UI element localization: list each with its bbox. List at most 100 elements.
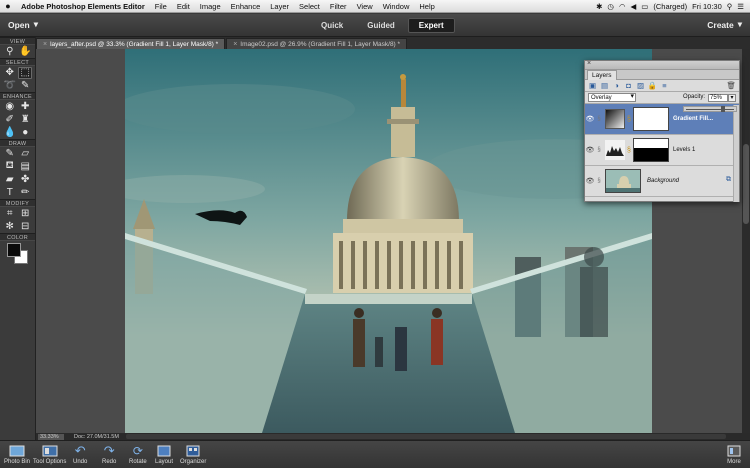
link-icon[interactable]: § [595, 147, 603, 153]
chain-icon[interactable]: § [625, 147, 633, 154]
tool-options-label: Tool Options [33, 459, 67, 465]
zoom-readout[interactable]: 33.33% [38, 433, 64, 440]
gradient-tool-icon[interactable]: ▤ [18, 161, 32, 173]
mode-quick[interactable]: Quick [310, 18, 354, 33]
scrollbar-thumb[interactable] [743, 144, 749, 224]
red-eye-tool-icon[interactable]: ◉ [3, 101, 17, 113]
undo-button[interactable]: ↶ Undo [73, 443, 87, 465]
panel-scrollbar[interactable] [733, 105, 739, 202]
panel-header[interactable]: × [585, 60, 739, 70]
move-tool-icon[interactable]: ✥ [3, 67, 17, 79]
horizontal-scrollbar[interactable] [126, 434, 726, 439]
menu-enhance[interactable]: Enhance [226, 2, 266, 11]
foreground-color-swatch[interactable] [7, 243, 21, 257]
lock-layer-icon[interactable]: ⧉ [726, 176, 731, 184]
apple-menu-icon[interactable]: ● [0, 1, 16, 11]
type-tool-icon[interactable]: T [3, 187, 17, 199]
bluetooth-icon[interactable]: ✱ [596, 2, 602, 11]
zoom-tool-icon[interactable]: ⚲ [3, 46, 17, 58]
lasso-tool-icon[interactable]: ➰ [3, 80, 17, 92]
quick-selection-tool-icon[interactable]: ✎ [18, 80, 32, 92]
shape-tool-icon[interactable]: ▰ [3, 174, 17, 186]
brush-tool-icon[interactable]: ✎ [3, 148, 17, 160]
volume-icon[interactable]: ◀ [631, 2, 637, 11]
spot-healing-tool-icon[interactable]: ✚ [18, 101, 32, 113]
menu-edit[interactable]: Edit [172, 2, 195, 11]
close-icon[interactable]: × [233, 41, 237, 48]
vertical-scrollbar[interactable] [742, 49, 750, 433]
menu-layer[interactable]: Layer [265, 2, 294, 11]
layout-button[interactable]: Layout [155, 443, 173, 465]
blend-mode-select[interactable]: Overlay [588, 93, 636, 102]
doc-size[interactable]: Doc: 27.0M/31.5M [74, 434, 119, 440]
time-machine-icon[interactable]: ◷ [607, 2, 614, 11]
content-aware-move-icon[interactable]: ✻ [3, 221, 17, 233]
section-view: VIEW [0, 37, 35, 45]
menu-icon[interactable]: ≡ [660, 81, 669, 90]
add-mask-icon[interactable]: ◘ [624, 81, 633, 90]
new-group-icon[interactable]: ▤ [600, 81, 609, 90]
eye-icon[interactable]: 👁 [585, 146, 595, 154]
eye-icon[interactable]: 👁 [585, 115, 595, 123]
layer-mask-thumbnail[interactable] [633, 138, 669, 162]
mode-guided[interactable]: Guided [356, 18, 406, 33]
custom-shape-tool-icon[interactable]: ✤ [18, 174, 32, 186]
document-image[interactable] [125, 49, 652, 433]
tab-layers[interactable]: Layers [587, 70, 617, 80]
clock[interactable]: Fri 10:30 [692, 2, 722, 11]
lock-icon[interactable]: 🔒 [648, 81, 657, 90]
layer-row-levels[interactable]: 👁 § § Levels 1 [585, 135, 739, 166]
recompose-tool-icon[interactable]: ⊞ [18, 208, 32, 220]
menu-file[interactable]: File [150, 2, 172, 11]
photo-bin-button[interactable]: Photo Bin [4, 443, 30, 465]
eraser-tool-icon[interactable]: ▱ [18, 148, 32, 160]
hand-tool-icon[interactable]: ✋ [18, 46, 32, 58]
clone-stamp-tool-icon[interactable]: ♜ [18, 114, 32, 126]
mode-expert[interactable]: Expert [407, 18, 455, 33]
eye-icon[interactable]: 👁 [585, 177, 595, 185]
link-icon[interactable]: § [595, 178, 603, 184]
opacity-dropdown[interactable]: ▾ [728, 94, 736, 102]
spotlight-icon[interactable]: ⚲ [727, 2, 733, 11]
menu-help[interactable]: Help [414, 2, 439, 11]
chain-icon[interactable]: § [625, 116, 633, 123]
close-icon[interactable]: × [587, 60, 591, 67]
crop-tool-icon[interactable]: ⌗ [3, 208, 17, 220]
tool-options-button[interactable]: Tool Options [33, 443, 66, 465]
more-button[interactable]: More [727, 443, 741, 465]
straighten-tool-icon[interactable]: ⊟ [18, 221, 32, 233]
menu-image[interactable]: Image [195, 2, 226, 11]
tab-layers-after[interactable]: × layers_after.psd @ 33.3% (Gradient Fil… [36, 38, 226, 49]
opacity-input[interactable]: 75% [708, 94, 728, 102]
paint-bucket-tool-icon[interactable]: ⛾ [3, 160, 17, 173]
notification-icon[interactable]: ☰ [737, 2, 744, 11]
close-icon[interactable]: × [43, 41, 47, 48]
rotate-button[interactable]: ⟳ Rotate [129, 443, 147, 465]
trash-icon[interactable]: 🗑 [726, 81, 736, 90]
new-layer-icon[interactable]: ▣ [588, 81, 597, 90]
redo-button[interactable]: ↷ Redo [102, 443, 116, 465]
pencil-tool-icon[interactable]: ✏ [18, 187, 32, 199]
menu-view[interactable]: View [352, 2, 378, 11]
open-button[interactable]: Open ▾ [8, 19, 38, 30]
blur-tool-icon[interactable]: 💧 [3, 127, 17, 139]
create-button[interactable]: Create ▾ [707, 19, 742, 30]
layer-mask-thumbnail[interactable] [633, 107, 669, 131]
sponge-tool-icon[interactable]: ● [18, 127, 32, 139]
smart-brush-tool-icon[interactable]: ✐ [3, 114, 17, 126]
link-icon[interactable]: § [595, 116, 603, 122]
marquee-tool-icon[interactable]: ⬚ [18, 66, 33, 79]
organizer-button[interactable]: Organizer [180, 443, 206, 465]
battery-icon[interactable]: ▭ [641, 2, 648, 11]
opacity-slider[interactable] [683, 106, 737, 112]
menu-window[interactable]: Window [378, 2, 415, 11]
tab-image02[interactable]: × Image02.psd @ 26.9% (Gradient Fill 1, … [226, 38, 408, 49]
slider-handle[interactable] [720, 106, 725, 112]
menu-app[interactable]: Adobe Photoshop Elements Editor [16, 2, 150, 11]
menu-filter[interactable]: Filter [325, 2, 352, 11]
menu-select[interactable]: Select [294, 2, 325, 11]
layer-row-background[interactable]: 👁 § Background ⧉ [585, 166, 739, 197]
adjustment-layer-icon[interactable]: ◑ [612, 81, 621, 90]
wifi-icon[interactable]: ◠ [619, 2, 626, 11]
lock-transparency-icon[interactable]: ▨ [636, 81, 645, 90]
